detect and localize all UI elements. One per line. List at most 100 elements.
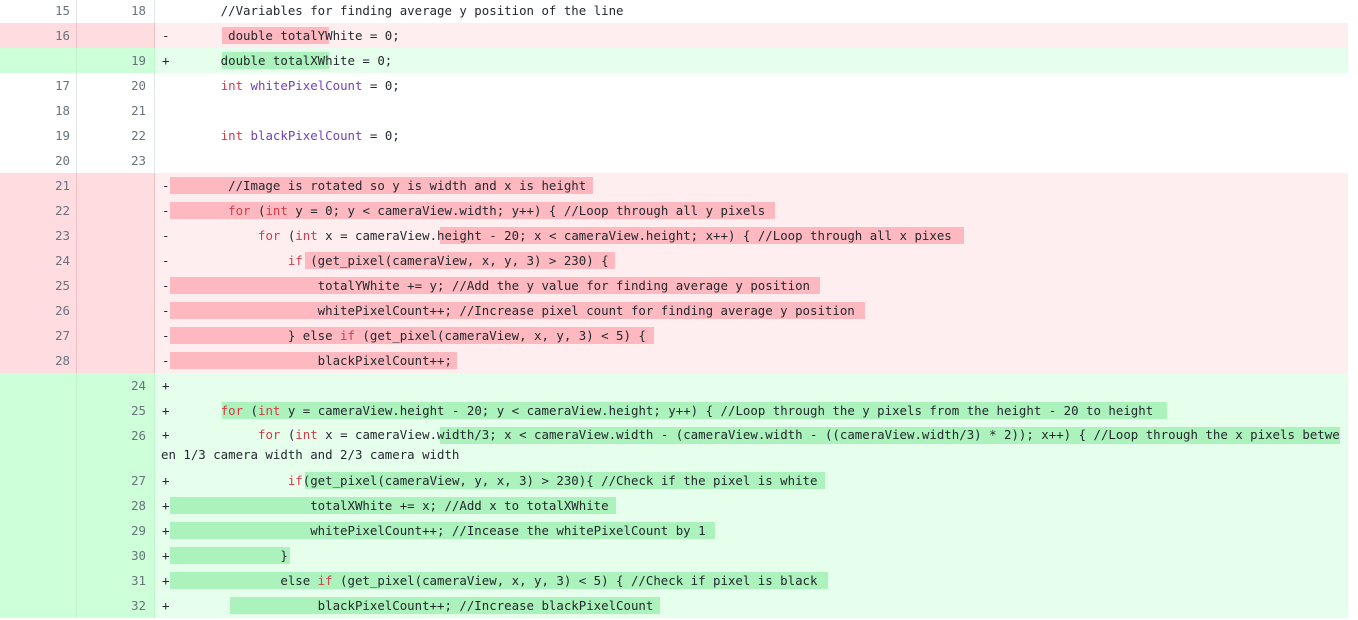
new-line-number[interactable] — [77, 173, 155, 198]
code-cell: + for (int x = cameraView.width/3; x < c… — [155, 423, 1348, 468]
old-line-number[interactable] — [0, 593, 77, 618]
code-text: if(get_pixel(cameraView, y, x, 3) > 230)… — [287, 473, 818, 488]
diff-row: 21 - //Image is rotated so y is width an… — [0, 173, 1348, 198]
old-line-number[interactable]: 16 — [0, 23, 77, 48]
diff-row: 19 + double totalXWhite = 0; — [0, 48, 1348, 73]
new-line-number[interactable]: 25 — [77, 398, 155, 423]
old-line-number[interactable]: 24 — [0, 248, 77, 273]
old-line-number[interactable]: 21 — [0, 173, 77, 198]
code-text: else if (get_pixel(cameraView, x, y, 3) … — [161, 573, 818, 588]
new-line-number[interactable]: 19 — [77, 48, 155, 73]
code-text: double totalYWhite = 0; — [161, 28, 400, 43]
code-cell: - if (get_pixel(cameraView, x, y, 3) > 2… — [155, 248, 1348, 273]
old-line-number[interactable]: 15 — [0, 0, 77, 23]
diff-row: 29 + whitePixelCount++; //Incease the wh… — [0, 518, 1348, 543]
new-line-number[interactable]: 27 — [77, 468, 155, 493]
old-line-number[interactable] — [0, 48, 77, 73]
code-text: whitePixelCount++; //Incease the whitePi… — [161, 523, 706, 538]
new-line-number[interactable]: 23 — [77, 148, 155, 173]
old-line-number[interactable]: 18 — [0, 98, 77, 123]
code-cell: int whitePixelCount = 0; — [155, 73, 1348, 98]
diff-row: 31 + else if (get_pixel(cameraView, x, y… — [0, 568, 1348, 593]
code-text: double totalXWhite = 0; — [161, 53, 393, 68]
diff-marker: + — [162, 378, 170, 393]
diff-row: 18 21 — [0, 98, 1348, 123]
code-cell: - for (int x = cameraView.height - 20; x… — [155, 223, 1348, 248]
code-cell: + whitePixelCount++; //Incease the white… — [155, 518, 1348, 543]
new-line-number[interactable]: 18 — [77, 0, 155, 23]
diff-row: 24 - if (get_pixel(cameraView, x, y, 3) … — [0, 248, 1348, 273]
code-cell: int blackPixelCount = 0; — [155, 123, 1348, 148]
diff-row: 30 + } — [0, 543, 1348, 568]
code-text: for (int x = cameraView.height - 20; x <… — [257, 228, 952, 243]
diff-row: 27 + if(get_pixel(cameraView, y, x, 3) >… — [0, 468, 1348, 493]
code-text: } else if (get_pixel(cameraView, x, y, 3… — [161, 328, 646, 343]
old-line-number[interactable] — [0, 423, 77, 468]
new-line-number[interactable] — [77, 23, 155, 48]
new-line-number[interactable] — [77, 248, 155, 273]
code-text: for (int x = cameraView.width/3; x < cam… — [161, 427, 1340, 462]
diff-row: 32 + blackPixelCount++; //Increase black… — [0, 593, 1348, 618]
old-line-number[interactable] — [0, 468, 77, 493]
code-text: blackPixelCount++; //Increase blackPixel… — [161, 598, 654, 613]
code-cell: - for (int y = 0; y < cameraView.width; … — [155, 198, 1348, 223]
new-line-number[interactable] — [77, 348, 155, 373]
old-line-number[interactable] — [0, 568, 77, 593]
new-line-number[interactable] — [77, 223, 155, 248]
code-text: for (int y = 0; y < cameraView.width; y+… — [228, 203, 766, 218]
new-line-number[interactable]: 28 — [77, 493, 155, 518]
new-line-number[interactable]: 20 — [77, 73, 155, 98]
old-line-number[interactable] — [0, 543, 77, 568]
new-line-number[interactable]: 21 — [77, 98, 155, 123]
diff-row: 27 - } else if (get_pixel(cameraView, x,… — [0, 323, 1348, 348]
old-line-number[interactable] — [0, 373, 77, 398]
code-cell: + if(get_pixel(cameraView, y, x, 3) > 23… — [155, 468, 1348, 493]
code-text: } — [161, 548, 288, 563]
old-line-number[interactable]: 25 — [0, 273, 77, 298]
code-text: //Image is rotated so y is width and x i… — [161, 178, 587, 193]
code-text: blackPixelCount++; — [161, 353, 452, 368]
diff-row: 17 20 int whitePixelCount = 0; — [0, 73, 1348, 98]
old-line-number[interactable]: 28 — [0, 348, 77, 373]
new-line-number[interactable]: 32 — [77, 593, 155, 618]
old-line-number[interactable]: 23 — [0, 223, 77, 248]
old-line-number[interactable] — [0, 493, 77, 518]
diff-row: 15 18 //Variables for finding average y … — [0, 0, 1348, 23]
code-text: for (int y = cameraView.height - 20; y <… — [220, 403, 1154, 418]
diff-row: 25 + for (int y = cameraView.height - 20… — [0, 398, 1348, 423]
code-cell: - } else if (get_pixel(cameraView, x, y,… — [155, 323, 1348, 348]
old-line-number[interactable]: 17 — [0, 73, 77, 98]
new-line-number[interactable]: 30 — [77, 543, 155, 568]
code-cell — [155, 148, 1348, 173]
old-line-number[interactable]: 27 — [0, 323, 77, 348]
old-line-number[interactable]: 20 — [0, 148, 77, 173]
code-text: whitePixelCount++; //Increase pixel coun… — [161, 303, 855, 318]
new-line-number[interactable]: 29 — [77, 518, 155, 543]
diff-row: 24 + — [0, 373, 1348, 398]
new-line-number[interactable]: 24 — [77, 373, 155, 398]
diff-row: 26 - whitePixelCount++; //Increase pixel… — [0, 298, 1348, 323]
diff-row: 26 + for (int x = cameraView.width/3; x … — [0, 423, 1348, 468]
code-cell: - blackPixelCount++; — [155, 348, 1348, 373]
new-line-number[interactable]: 22 — [77, 123, 155, 148]
code-cell: + double totalXWhite = 0; — [155, 48, 1348, 73]
new-line-number[interactable] — [77, 198, 155, 223]
old-line-number[interactable]: 22 — [0, 198, 77, 223]
diff-row: 16 - double totalYWhite = 0; — [0, 23, 1348, 48]
new-line-number[interactable] — [77, 273, 155, 298]
code-cell: + — [155, 373, 1348, 398]
code-cell: + else if (get_pixel(cameraView, x, y, 3… — [155, 568, 1348, 593]
new-line-number[interactable]: 26 — [77, 423, 155, 468]
diff-row: 19 22 int blackPixelCount = 0; — [0, 123, 1348, 148]
old-line-number[interactable]: 26 — [0, 298, 77, 323]
old-line-number[interactable] — [0, 398, 77, 423]
old-line-number[interactable] — [0, 518, 77, 543]
code-text: int blackPixelCount = 0; — [220, 128, 400, 143]
code-cell: + } — [155, 543, 1348, 568]
new-line-number[interactable] — [77, 323, 155, 348]
new-line-number[interactable]: 31 — [77, 568, 155, 593]
code-cell — [155, 98, 1348, 123]
new-line-number[interactable] — [77, 298, 155, 323]
code-cell: + totalXWhite += x; //Add x to totalXWhi… — [155, 493, 1348, 518]
old-line-number[interactable]: 19 — [0, 123, 77, 148]
